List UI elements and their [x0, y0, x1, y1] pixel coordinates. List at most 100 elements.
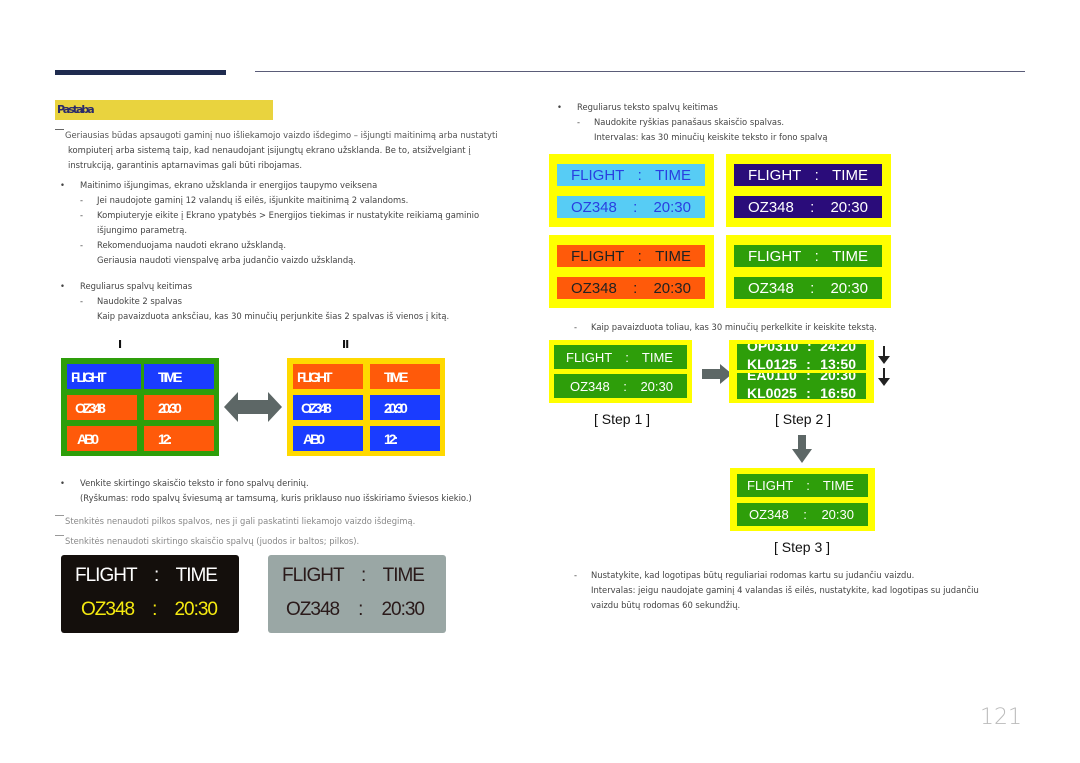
text-cell: :	[803, 507, 807, 522]
panel-cell: AB0	[293, 426, 363, 451]
sub-item-cont: išjungimo parametrą.	[97, 225, 188, 235]
example-black: FLIGHT: TIME OZ348:20:30	[61, 555, 239, 633]
panel-cell: 20:30	[144, 395, 214, 420]
sub-item: Jei naudojote gaminį 12 valandų iš eilės…	[97, 195, 409, 205]
panel-label-2: Ⅱ	[342, 338, 350, 351]
intro-line: kompiuterį arba sistemą taip, kad nenaud…	[68, 145, 471, 155]
down-arrows-icon	[878, 346, 890, 386]
example-line: OZ348:20:30	[61, 597, 239, 623]
panel-cell: TIME	[370, 364, 440, 389]
text-cell: KL0025	[747, 385, 797, 399]
text-cell: FLIGHT	[75, 565, 138, 586]
step2-box: OP0310:24:20 KL0125:13:50	[737, 344, 866, 370]
text-cell: FLIGHT	[571, 166, 625, 184]
step3-panel: FLIGHT: TIME OZ348:20:30	[730, 468, 875, 531]
logo-note: - Nustatykite, kad logotipas būtų regulia…	[574, 568, 979, 613]
text-cell: 20:30	[381, 599, 425, 620]
text-cell: OZ348	[571, 279, 617, 297]
text-cell: FLIGHT	[747, 478, 794, 493]
text-cell: 20:30	[640, 378, 673, 394]
step3-label: [ Step 3 ]	[774, 539, 831, 555]
header-bar-thick	[55, 70, 226, 75]
text-cell: :	[810, 198, 815, 216]
bullet-text: Venkite skirtingo skaisčio teksto ir fon…	[80, 478, 309, 488]
bullet-color-change: • Reguliarus spalvų keitimas - Naudokite 2…	[60, 279, 449, 324]
text-cell: OZ348	[286, 599, 340, 620]
note-gray: Stenkitės nenaudoti pilkos spalvos, nes …	[55, 514, 415, 529]
text-cell: 20:30	[820, 373, 856, 383]
panel-cell: FLIGHT	[293, 364, 363, 389]
text-cell: TIME	[822, 478, 854, 493]
text-cell: :	[633, 198, 638, 216]
text-cell: FLIGHT	[748, 247, 802, 265]
text-cell: TIME	[641, 349, 673, 365]
text-cell: 13:50	[820, 356, 856, 370]
sub-item: Naudokite ryškias panašaus skaisčio spal…	[594, 117, 785, 127]
bullet-text: Reguliarus teksto spalvų keitimas	[577, 102, 718, 112]
text-cell: 20:30	[830, 279, 868, 297]
example-line: OZ348:20:30	[734, 196, 882, 218]
note-heading-label: Pastaba	[57, 103, 95, 116]
text-cell: :	[810, 279, 815, 297]
text-cell: OZ348	[749, 507, 789, 522]
right-arrow-icon	[702, 364, 732, 384]
text-cell: :	[806, 344, 812, 354]
sub-item: Kompiuteryje eikite į Ekrano ypatybės > …	[97, 210, 480, 220]
text-cell: :	[633, 279, 638, 297]
text-cell: 20:30	[830, 198, 868, 216]
text-cell: :	[358, 599, 363, 620]
color-example-box: FLIGHT: TIME OZ348:20:30	[549, 154, 714, 227]
text-cell: :	[153, 565, 159, 586]
bullet-text: Maitinimo išjungimas, ekrano užsklanda i…	[80, 180, 378, 190]
panel-cell: AB0	[67, 426, 137, 451]
panel-cell: 12:	[370, 426, 440, 451]
text-cell: 20:30	[653, 198, 691, 216]
bullet-text: Reguliarus spalvų keitimas	[80, 281, 193, 291]
step1-panel: FLIGHT: TIME OZ348:20:30	[549, 340, 692, 403]
example-line: OZ348:20:30	[557, 196, 705, 218]
panel-cell: FLIGHT	[67, 364, 141, 389]
example-line: FLIGHT: TIME	[557, 164, 705, 186]
bullet-power: • Maitinimo išjungimas, ekrano užsklanda …	[60, 178, 479, 268]
bullet-avoid: • Venkite skirtingo skaisčio teksto ir fo…	[60, 476, 472, 506]
text-cell: :	[637, 247, 642, 265]
sub-item-cont: Intervalas: kas 30 minučių keiskite teks…	[594, 132, 828, 142]
panel-cell: 20:30	[370, 395, 440, 420]
text-cell: TIME	[832, 166, 868, 184]
text-cell: 20:30	[174, 599, 218, 620]
sub-item-cont: Geriausia naudoti vienspalvę arba judanč…	[97, 255, 356, 265]
example-gray: FLIGHT: TIME OZ348:20:30	[268, 555, 446, 633]
note-contrast: Stenkitės nenaudoti skirtingo skaisčio s…	[55, 534, 359, 549]
sub-item: Naudokite 2 spalvas	[97, 296, 183, 306]
logo-note-line: vaizdu būtų rodomas 60 sekundžių.	[591, 600, 741, 610]
text-cell: TIME	[655, 247, 691, 265]
panel-cell: 12:	[144, 426, 214, 451]
step2-panel: OP0310:24:20 KL0125:13:50 EA0110:20:30 K…	[729, 340, 874, 403]
logo-note-line: Intervalas: jeigu naudojate gaminį 4 val…	[591, 585, 979, 595]
bullet-text-color: • Reguliarus teksto spalvų keitimas - Naud…	[557, 100, 827, 145]
panel-label-1: Ⅰ	[118, 338, 123, 351]
text-cell: :	[806, 385, 811, 399]
intro-line: instrukciją, garantinis aptarnavimas gal…	[68, 160, 303, 170]
text-cell: 20:30	[653, 279, 691, 297]
example-line: FLIGHT: TIME	[557, 245, 705, 267]
sub-item: Rekomenduojama naudoti ekrano užsklandą.	[97, 240, 286, 250]
color-example-box: FLIGHT: TIME OZ348:20:30	[549, 235, 714, 308]
swap-panel-2: FLIGHT TIME OZ348 20:30 AB0 12:	[287, 358, 445, 456]
text-cell: TIME	[175, 565, 218, 586]
intro-line: Geriausias būdas apsaugoti gaminį nuo iš…	[55, 128, 498, 143]
text-cell: 16:50	[820, 385, 856, 399]
swap-panel-1: FLIGHT TIME OZ348 20:30 AB0 12:	[61, 358, 219, 456]
text-cell: OP0310	[747, 344, 799, 354]
text-cell: :	[806, 356, 811, 370]
text-cell: KL0125	[747, 356, 797, 370]
text-cell: FLIGHT	[282, 565, 345, 586]
example-line: OZ348:20:30	[734, 277, 882, 299]
text-cell: TIME	[832, 247, 868, 265]
example-line: FLIGHT: TIME	[734, 164, 882, 186]
bullet-sub: (Ryškumas: rodo spalvų šviesumą ar tamsu…	[80, 493, 472, 503]
swap-arrow-icon	[224, 392, 282, 422]
text-cell: 24:20	[820, 344, 856, 354]
text-cell: FLIGHT	[566, 349, 613, 365]
move-note: - Kaip pavaizduota toliau, kas 30 minučių…	[574, 322, 877, 332]
